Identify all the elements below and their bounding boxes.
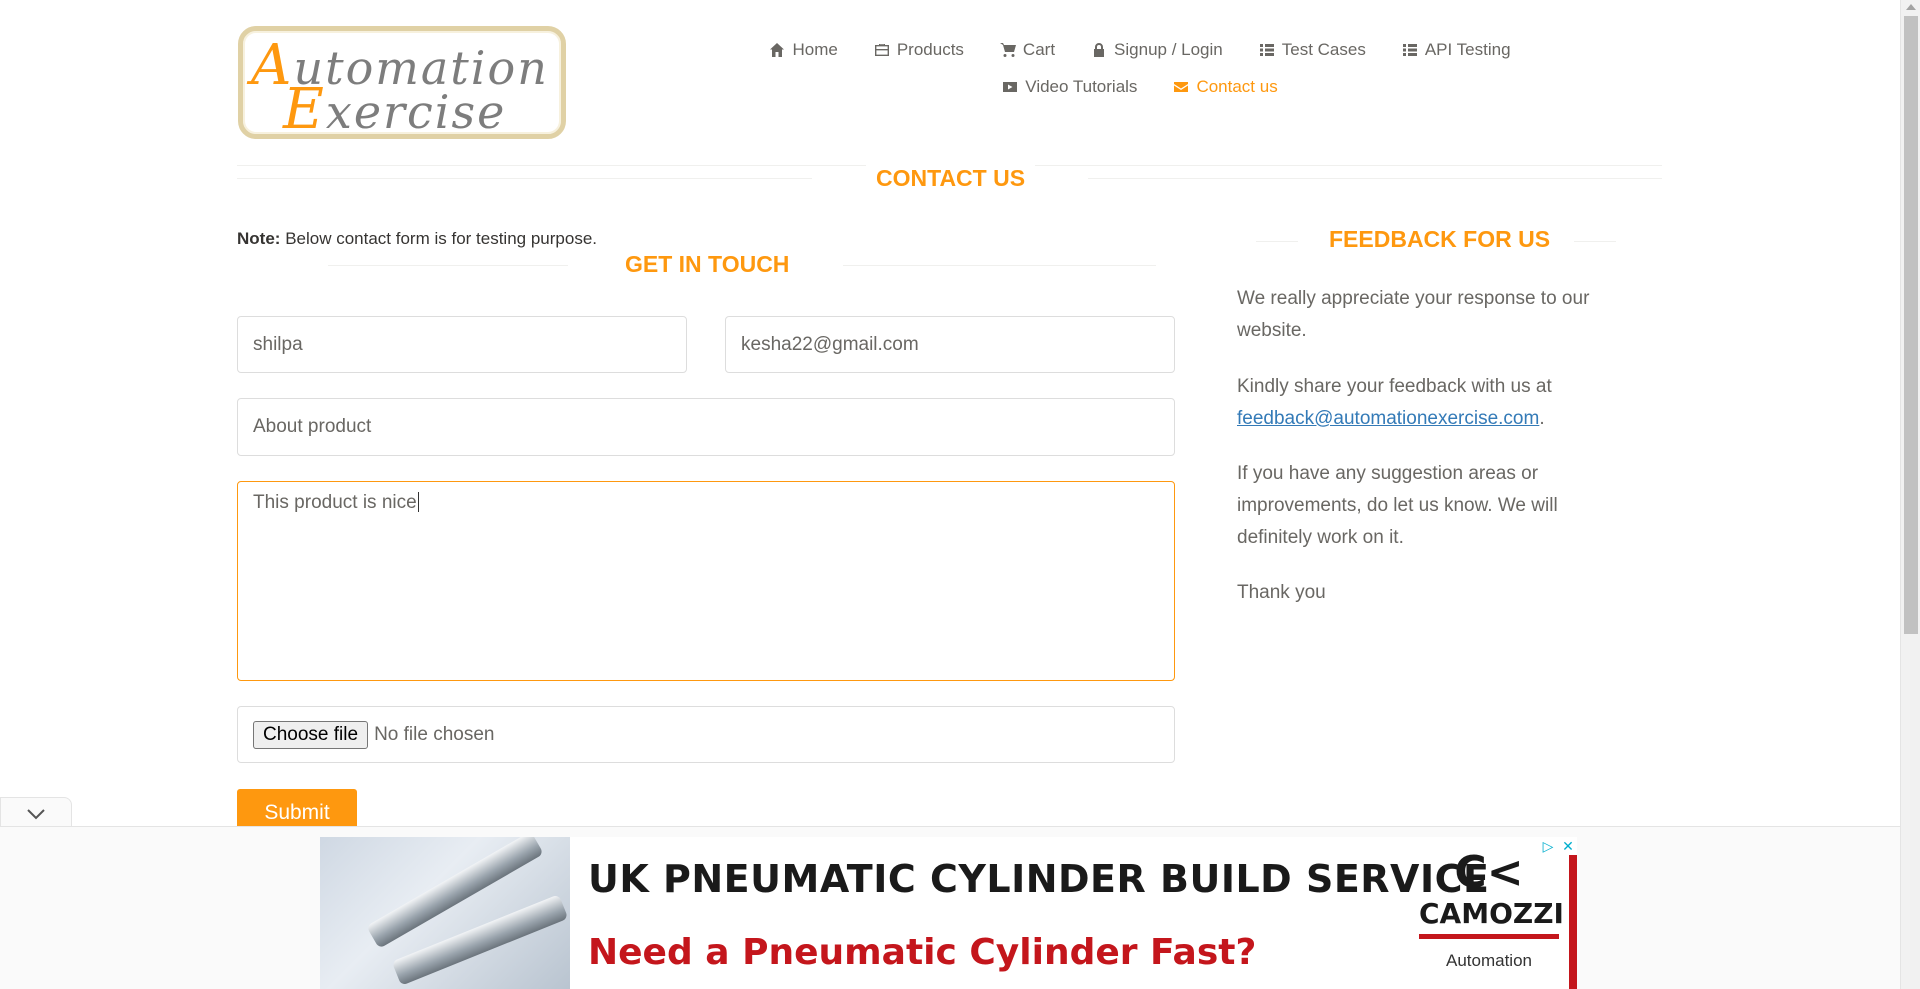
chevron-down-icon: [27, 808, 45, 819]
ad-banner[interactable]: UK PNEUMATIC CYLINDER BUILD SERVICE Need…: [320, 837, 1577, 989]
email-value: kesha22@gmail.com: [741, 333, 919, 355]
nav-row-1: Home Products Cart Signup / Login Test C…: [740, 38, 1540, 62]
feedback-paragraph-1: We really appreciate your response to ou…: [1237, 288, 1590, 341]
text-caret: [417, 492, 419, 512]
nav-label-home: Home: [792, 40, 838, 59]
page-title: Contact Us: [866, 165, 1036, 192]
get-in-touch-title: Get In Touch: [615, 251, 800, 278]
note-label: Note:: [237, 229, 281, 248]
scroll-up-arrow-icon[interactable]: [1906, 4, 1916, 10]
ad-cylinder-image: [320, 837, 570, 989]
list-icon: [1402, 44, 1417, 56]
nav-label-signup-login: Signup / Login: [1114, 40, 1223, 59]
note-text: Below contact form is for testing purpos…: [285, 229, 597, 248]
nav-label-video-tutorials: Video Tutorials: [1025, 77, 1138, 96]
get-in-touch-line-left: [328, 265, 568, 266]
nav-item-test-cases[interactable]: Test Cases: [1241, 38, 1384, 62]
ad-collapse-toggle[interactable]: [0, 797, 72, 829]
logo-text-2: xercise: [325, 85, 507, 139]
nav-item-cart[interactable]: Cart: [982, 38, 1073, 62]
nav-item-api-testing[interactable]: API Testing: [1384, 38, 1529, 62]
nav-item-contact-us[interactable]: Contact us: [1155, 75, 1295, 99]
file-status: No file chosen: [374, 723, 495, 745]
feedback-title: Feedback For Us: [1319, 226, 1561, 253]
ad-brand-sub: Automation: [1446, 951, 1532, 970]
page-scrollbar[interactable]: [1900, 0, 1920, 989]
youtube-icon: [1003, 82, 1018, 92]
feedback-paragraph-4: Thank you: [1237, 582, 1326, 603]
subject-input[interactable]: About product: [237, 398, 1175, 456]
briefcase-icon: [874, 44, 889, 56]
get-in-touch-line-right: [843, 265, 1156, 266]
list-icon: [1259, 44, 1274, 56]
name-input[interactable]: shilpa: [237, 316, 687, 373]
ad-brand-name: CAMOZZI: [1419, 897, 1564, 939]
envelope-icon: [1174, 82, 1189, 92]
main-nav: Home Products Cart Signup / Login Test C…: [740, 38, 1540, 99]
message-textarea[interactable]: This product is nice: [237, 481, 1175, 681]
nav-label-test-cases: Test Cases: [1281, 40, 1366, 59]
home-icon: [770, 43, 785, 57]
name-value: shilpa: [253, 333, 303, 355]
nav-item-home[interactable]: Home: [751, 38, 855, 62]
submit-button[interactable]: Submit: [237, 789, 357, 831]
form-note: Note: Below contact form is for testing …: [237, 229, 597, 249]
message-value: This product is nice: [253, 492, 417, 513]
nav-row-2: Video Tutorials Contact us: [740, 75, 1540, 99]
nav-item-video-tutorials[interactable]: Video Tutorials: [984, 75, 1155, 99]
feedback-line-right: [1574, 241, 1616, 242]
file-upload-input[interactable]: Choose file No file chosen: [237, 706, 1175, 763]
subject-value: About product: [253, 416, 372, 437]
camozzi-logo-icon: C<: [1454, 847, 1524, 898]
ad-subline: Need a Pneumatic Cylinder Fast?: [588, 932, 1257, 973]
ad-red-stripe: [1569, 837, 1577, 989]
nav-label-api-testing: API Testing: [1424, 40, 1511, 59]
feedback-email-link[interactable]: feedback@automationexercise.com: [1237, 408, 1539, 429]
logo-line-2: Exercise: [283, 77, 506, 142]
title-line-left: [237, 178, 812, 179]
cart-icon: [999, 43, 1016, 57]
ad-brand: C< CAMOZZI Automation: [1419, 847, 1564, 971]
choose-file-button[interactable]: Choose file: [253, 720, 369, 749]
nav-label-contact-us: Contact us: [1196, 77, 1278, 96]
logo-cap-e: E: [283, 77, 326, 142]
nav-item-products[interactable]: Products: [856, 38, 982, 62]
close-icon[interactable]: ✕: [1559, 837, 1577, 855]
feedback-line-left: [1256, 241, 1298, 242]
site-logo[interactable]: Automation Exercise: [238, 26, 566, 142]
feedback-p2-prefix: Kindly share your feedback with us at: [1237, 376, 1552, 397]
nav-label-products: Products: [896, 40, 964, 59]
nav-item-signup-login[interactable]: Signup / Login: [1073, 38, 1241, 62]
feedback-paragraph-2: Kindly share your feedback with us at fe…: [1237, 371, 1627, 435]
feedback-p2-suffix: .: [1539, 408, 1545, 429]
title-line-right: [1088, 178, 1662, 179]
ad-headline: UK PNEUMATIC CYLINDER BUILD SERVICE: [588, 857, 1490, 901]
scrollbar-thumb[interactable]: [1904, 16, 1918, 634]
nav-label-cart: Cart: [1022, 40, 1056, 59]
adchoices-icon[interactable]: ▷: [1539, 837, 1557, 855]
ad-controls: ▷ ✕: [1539, 837, 1577, 855]
feedback-paragraph-3: If you have any suggestion areas or impr…: [1237, 463, 1558, 548]
lock-icon: [1094, 43, 1105, 57]
email-input[interactable]: kesha22@gmail.com: [725, 316, 1175, 373]
